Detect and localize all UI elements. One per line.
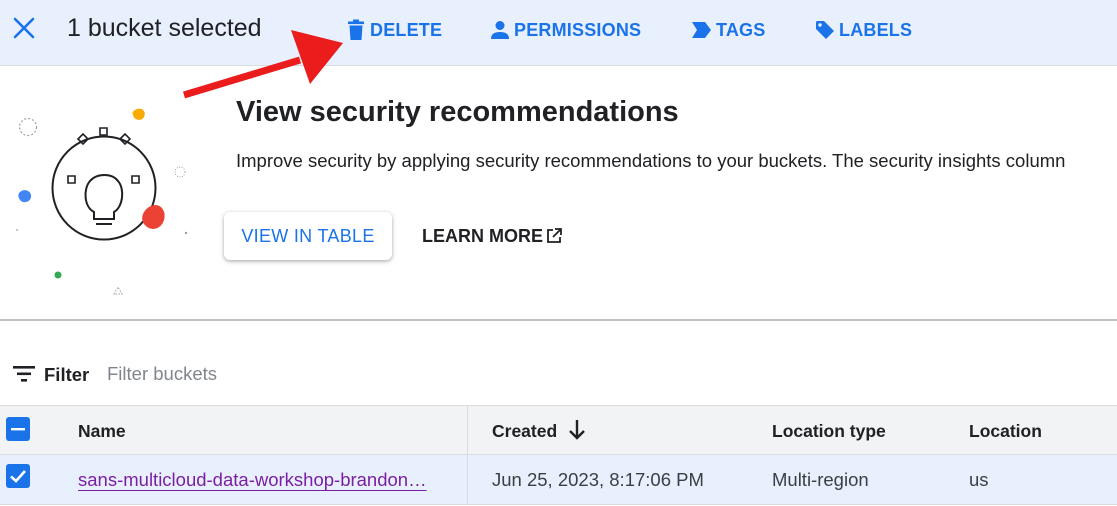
permissions-button[interactable]: PERMISSIONS — [490, 18, 641, 42]
permissions-label: PERMISSIONS — [514, 19, 642, 40]
delete-label: DELETE — [370, 19, 443, 40]
selection-count-title: 1 bucket selected — [67, 14, 262, 42]
tags-button[interactable]: TAGS — [692, 18, 765, 42]
delete-button[interactable]: DELETE — [346, 18, 442, 42]
storage-buckets-page: 1 bucket selected DELETE PERMISSIONS TAG… — [0, 0, 1117, 506]
created-cell: Jun 25, 2023, 8:17:06 PM — [492, 469, 704, 490]
column-header-location[interactable]: Location — [969, 421, 1042, 442]
column-header-location-type[interactable]: Location type — [772, 421, 886, 442]
buckets-table-header: Name Created Location type Location — [0, 405, 1117, 455]
checkmark-icon — [10, 470, 26, 483]
column-divider[interactable] — [467, 406, 468, 454]
security-recommendations-card: View security recommendations Improve se… — [0, 67, 1117, 321]
indeterminate-icon — [11, 428, 25, 431]
learn-more-link[interactable]: LEARN MORE — [422, 223, 563, 249]
bucket-name-link[interactable]: sans-multicloud-data-workshop-brandon… — [78, 469, 444, 491]
tag-arrow-icon — [692, 22, 711, 38]
filter-bar: Filter — [0, 352, 1117, 396]
table-row[interactable]: sans-multicloud-data-workshop-brandon… J… — [0, 455, 1117, 505]
trash-icon — [348, 19, 364, 40]
column-header-created[interactable]: Created — [492, 421, 557, 442]
recommendations-title: View security recommendations — [236, 96, 679, 128]
selection-action-bar: 1 bucket selected DELETE PERMISSIONS TAG… — [0, 0, 1117, 66]
close-selection-button[interactable] — [10, 14, 38, 42]
person-icon — [491, 21, 509, 39]
recommendations-description: Improve security by applying security re… — [236, 150, 1066, 171]
labels-label: LABELS — [839, 19, 913, 40]
close-icon — [13, 17, 35, 39]
labels-button[interactable]: LABELS — [815, 18, 912, 42]
filter-label[interactable]: Filter — [44, 364, 89, 386]
external-link-icon — [547, 228, 562, 243]
filter-buckets-input[interactable] — [107, 360, 507, 388]
column-divider — [467, 455, 468, 504]
label-icon — [816, 21, 834, 39]
learn-more-label: LEARN MORE — [422, 225, 543, 246]
select-all-checkbox[interactable] — [6, 417, 30, 441]
filter-icon[interactable] — [13, 365, 35, 383]
location-type-cell: Multi-region — [772, 469, 869, 490]
location-cell: us — [969, 469, 989, 490]
lightbulb-illustration-icon — [16, 108, 188, 295]
column-header-name[interactable]: Name — [78, 421, 126, 442]
tags-label: TAGS — [716, 19, 766, 40]
view-in-table-button[interactable]: VIEW IN TABLE — [224, 212, 392, 260]
sort-descending-arrow-icon[interactable] — [567, 418, 587, 442]
row-checkbox[interactable] — [6, 464, 30, 488]
